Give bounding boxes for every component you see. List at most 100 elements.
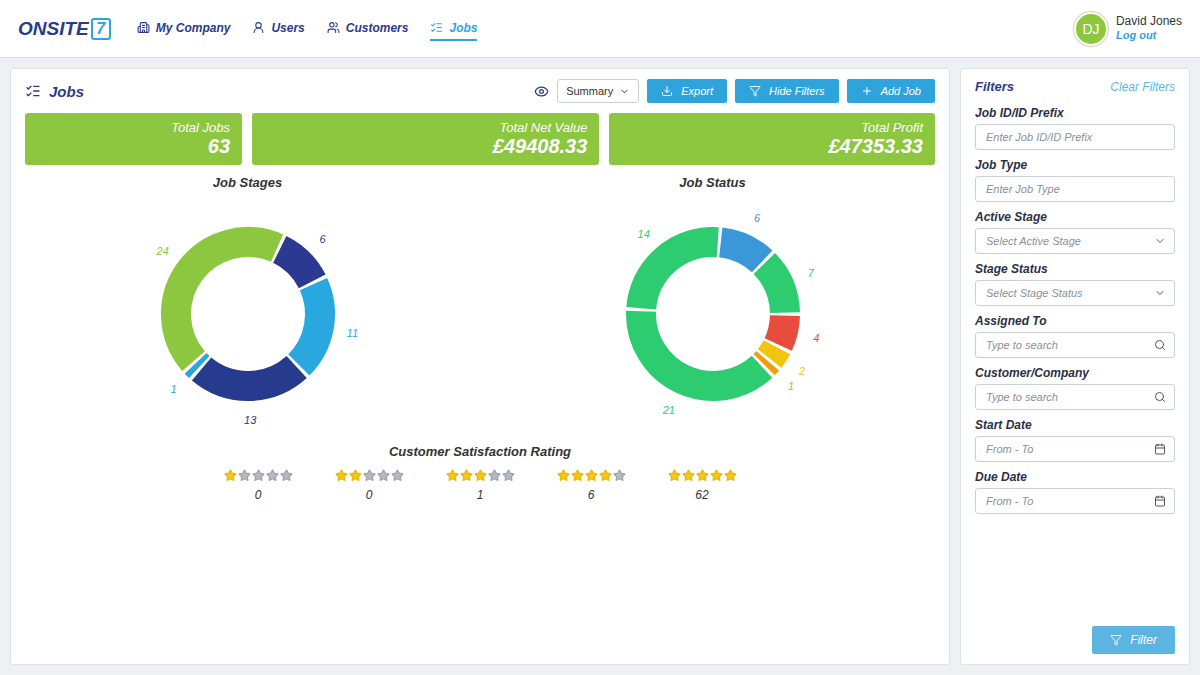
field-label: Due Date <box>975 470 1175 484</box>
star-icon <box>224 469 237 482</box>
star-icon <box>557 469 570 482</box>
field-input[interactable] <box>984 286 1148 300</box>
rating-item[interactable]: 1 <box>446 469 515 502</box>
input-box[interactable] <box>975 124 1175 150</box>
input-box[interactable] <box>975 176 1175 202</box>
star-icon <box>682 469 695 482</box>
stat-value: 63 <box>208 135 230 158</box>
filter-field: Job ID/ID Prefix <box>975 106 1175 150</box>
filter-field: Assigned To <box>975 314 1175 358</box>
filter-field: Start Date <box>975 418 1175 462</box>
toolbar-button[interactable]: Hide Filters <box>735 79 839 103</box>
chevron-down-icon <box>1154 287 1166 299</box>
user-avatar[interactable]: DJ <box>1074 12 1108 46</box>
logo-text: ONSITE <box>18 18 89 40</box>
filter-icon <box>1110 634 1122 646</box>
nav-item[interactable]: Customers <box>327 17 409 41</box>
chart-title: Job Status <box>679 175 745 190</box>
star-icon <box>391 469 404 482</box>
chart-segment[interactable]: 11 <box>298 284 357 365</box>
segment-label: 6 <box>754 212 761 224</box>
nav-item[interactable]: Users <box>252 17 304 41</box>
star-icon <box>710 469 723 482</box>
toolbar-button[interactable]: Export <box>647 79 727 103</box>
select-box[interactable] <box>975 228 1175 254</box>
field-input[interactable] <box>984 130 1166 144</box>
rating-count: 62 <box>695 488 708 502</box>
toolbar-actions: Summary Export Hide Filters Add Job <box>534 79 935 103</box>
segment-label: 1 <box>170 383 176 395</box>
field-label: Assigned To <box>975 314 1175 328</box>
rating-count: 6 <box>588 488 595 502</box>
chart-segment[interactable]: 7 <box>764 264 814 313</box>
chart-segment[interactable]: 13 <box>201 367 296 426</box>
star-icon <box>446 469 459 482</box>
view-select[interactable]: Summary <box>557 79 639 103</box>
star-icon <box>266 469 279 482</box>
star-icon <box>571 469 584 482</box>
field-label: Start Date <box>975 418 1175 432</box>
rating-item[interactable]: 0 <box>224 469 293 502</box>
chart-segment[interactable]: 6 <box>720 212 761 262</box>
user-name: David Jones <box>1116 14 1182 29</box>
filter-button[interactable]: Filter <box>1092 626 1175 654</box>
search-icon <box>1154 391 1166 403</box>
chart-segment[interactable]: 14 <box>637 228 717 308</box>
field-input[interactable] <box>984 390 1148 404</box>
rating-row: 0 0 1 6 62 <box>224 469 737 502</box>
chart-segment[interactable]: 24 <box>155 242 276 361</box>
toolbar-button[interactable]: Add Job <box>847 79 935 103</box>
star-icon <box>502 469 515 482</box>
date-box[interactable] <box>975 436 1175 462</box>
logout-link[interactable]: Log out <box>1116 29 1182 43</box>
company-icon <box>137 21 150 34</box>
star-row <box>335 469 404 482</box>
star-row <box>224 469 293 482</box>
segment-label: 1 <box>787 380 793 392</box>
chevron-down-icon <box>1154 235 1166 247</box>
filter-field: Job Type <box>975 158 1175 202</box>
filter-panel: Filters Clear Filters Job ID/ID Prefix Job … <box>960 68 1190 665</box>
field-input[interactable] <box>984 234 1148 248</box>
nav-item[interactable]: My Company <box>137 17 231 41</box>
star-icon <box>613 469 626 482</box>
main-nav: My Company Users Customers Jobs <box>137 17 478 41</box>
rating-item[interactable]: 62 <box>668 469 737 502</box>
logo[interactable]: ONSITE7 <box>18 18 111 40</box>
clear-filters-link[interactable]: Clear Filters <box>1110 80 1175 94</box>
star-icon <box>460 469 473 482</box>
search-box[interactable] <box>975 332 1175 358</box>
field-input[interactable] <box>984 494 1148 508</box>
rating-item[interactable]: 6 <box>557 469 626 502</box>
star-icon <box>696 469 709 482</box>
rating-item[interactable]: 0 <box>335 469 404 502</box>
segment-label: 24 <box>155 245 168 257</box>
field-input[interactable] <box>984 338 1148 352</box>
star-icon <box>585 469 598 482</box>
chart-segment[interactable]: 6 <box>279 233 326 282</box>
stat-card: Total Net Value£49408.33 <box>252 113 599 165</box>
field-input[interactable] <box>984 442 1148 456</box>
chart-segment[interactable]: 21 <box>641 311 762 416</box>
segment-label: 14 <box>637 228 649 240</box>
jobs-summary: JobsSummaryExportHide FiltersAdd JobTota… <box>10 68 950 665</box>
date-box[interactable] <box>975 488 1175 514</box>
nav-item[interactable]: Jobs <box>430 17 477 41</box>
field-label: Stage Status <box>975 262 1175 276</box>
star-row <box>668 469 737 482</box>
rating-count: 0 <box>366 488 373 502</box>
select-box[interactable] <box>975 280 1175 306</box>
rating-count: 0 <box>255 488 262 502</box>
chart-segment[interactable]: 4 <box>778 316 819 345</box>
logo-mark: 7 <box>91 18 111 40</box>
ratings-title: Customer Satisfaction Rating <box>389 444 571 459</box>
field-input[interactable] <box>984 182 1166 196</box>
rating-count: 1 <box>477 488 484 502</box>
search-box[interactable] <box>975 384 1175 410</box>
stat-label: Total Net Value <box>499 120 587 135</box>
chart-card: Job Stages61113124 <box>25 175 470 434</box>
customers-icon <box>327 21 340 34</box>
filter-title: Filters <box>975 79 1014 94</box>
segment-label: 21 <box>661 404 674 416</box>
donut-chart: 674212114 <box>583 194 843 434</box>
